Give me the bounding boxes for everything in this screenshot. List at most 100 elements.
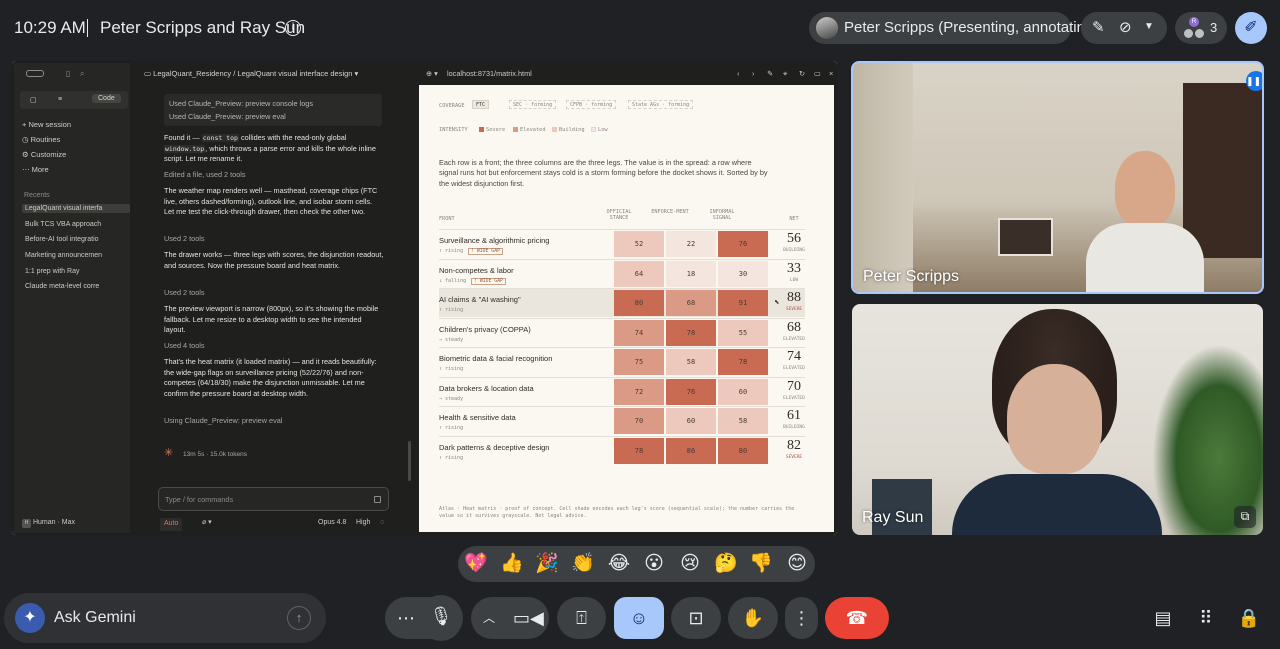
more-options-icon[interactable]: ⋮ xyxy=(785,597,818,639)
account-footer[interactable]: H Human · Max xyxy=(22,519,75,528)
sad-emoji[interactable]: 😢 xyxy=(678,553,702,575)
participant-tile-peter[interactable]: Peter Scripps ❚❚❚ xyxy=(851,61,1264,294)
effort-selector[interactable]: High xyxy=(356,518,370,529)
chevron-down-icon[interactable]: ▼ xyxy=(1144,21,1154,32)
model-selector[interactable]: Opus 4.8 xyxy=(318,518,346,529)
heat-cell[interactable]: 30 xyxy=(718,260,768,287)
stop-presenting-icon[interactable]: ⊘ xyxy=(1119,18,1132,36)
recent-item[interactable]: Before-AI tool integratio xyxy=(22,235,130,244)
end-call-icon[interactable]: ☎ xyxy=(825,597,889,639)
heat-cell[interactable]: 22 xyxy=(666,231,716,257)
table-row[interactable]: Health & sensitive data ↑ rising 70 60 58 61 B… xyxy=(439,406,805,435)
recent-item[interactable]: Claude meta-level corre xyxy=(22,282,130,291)
heat-cell[interactable]: 76 xyxy=(666,378,716,405)
coverage-chip[interactable]: FTC xyxy=(472,100,490,109)
tool-usage-line[interactable]: Used 2 tools xyxy=(164,234,384,245)
search-icon[interactable]: ⌕ xyxy=(80,69,84,79)
recent-item[interactable]: 1:1 prep with Ray xyxy=(22,267,130,276)
party-emoji[interactable]: 🎉 xyxy=(535,553,559,575)
table-row[interactable]: Surveillance & algorithmic pricing ↑ risi… xyxy=(439,229,805,258)
tool-usage-line[interactable]: Edited a file, used 2 tools xyxy=(164,170,384,181)
send-arrow-icon[interactable]: ↑ xyxy=(287,606,311,630)
mode-selector[interactable]: Auto xyxy=(160,518,183,531)
heat-cell[interactable]: 72 xyxy=(614,378,664,405)
coverage-chip[interactable]: CFPB · forming xyxy=(566,100,617,109)
recent-item[interactable]: LegalQuant visual interfa xyxy=(22,204,130,213)
add-reaction-icon[interactable]: 😊 xyxy=(785,553,809,575)
ask-gemini-bar[interactable]: ✦ Ask Gemini ↑ xyxy=(4,593,326,643)
heat-cell[interactable]: 55 xyxy=(718,319,768,346)
heat-cell[interactable]: 76 xyxy=(718,231,768,257)
heat-cell[interactable]: 60 xyxy=(718,378,768,405)
heat-cell[interactable]: 78 xyxy=(666,319,716,346)
recent-item[interactable]: Marketing announcemen xyxy=(22,251,130,260)
heart-emoji[interactable]: 💖 xyxy=(464,553,488,575)
heat-cell[interactable]: 70 xyxy=(614,408,664,434)
heat-cell[interactable]: 18 xyxy=(666,260,716,287)
heat-cell[interactable]: 75 xyxy=(614,349,664,375)
heat-cell[interactable]: 64 xyxy=(614,260,664,287)
close-icon[interactable]: × xyxy=(829,69,833,78)
external-icon[interactable]: ▭ xyxy=(814,69,821,78)
tool-summary-box[interactable]: Used Claude_Preview: preview console log… xyxy=(164,94,382,126)
annotate-icon[interactable]: ✎ xyxy=(1092,18,1105,36)
heat-cell[interactable]: 78 xyxy=(718,349,768,375)
microphone-icon[interactable]: 🎙 xyxy=(420,595,462,641)
thinking-emoji[interactable]: 🤔 xyxy=(714,553,738,575)
inspect-icon[interactable]: ✎ xyxy=(767,69,773,78)
host-controls-icon[interactable]: 🔒 xyxy=(1237,606,1261,630)
info-icon[interactable]: i xyxy=(285,20,301,36)
new-session-item[interactable]: + New session xyxy=(22,120,71,129)
table-row[interactable]: Children's privacy (COPPA) → steady 74 78 55… xyxy=(439,317,805,347)
surprised-emoji[interactable]: 😮 xyxy=(642,553,666,575)
table-row[interactable]: Data brokers & location data → steady 72 76… xyxy=(439,376,805,406)
thumbs-up-emoji[interactable]: 👍 xyxy=(500,553,524,575)
chat-icon[interactable]: ▤ xyxy=(1151,606,1175,630)
laugh-emoji[interactable]: 😂 xyxy=(607,553,631,575)
coverage-chip[interactable]: State AGs · forming xyxy=(628,100,694,109)
heat-cell[interactable]: 74 xyxy=(614,319,664,346)
captions-icon[interactable]: ⊡ xyxy=(671,597,721,639)
command-input[interactable]: Type / for commands xyxy=(158,487,389,511)
people-button[interactable]: R 3 xyxy=(1175,12,1227,44)
table-row[interactable]: Non-competes & labor ↓ falling! WIDE GAP 6… xyxy=(439,258,805,288)
attachment-icon[interactable]: ⌀ ▾ xyxy=(202,518,212,529)
sidebar-icon[interactable]: ▯ xyxy=(66,69,70,78)
routines-item[interactable]: ◷ Routines xyxy=(22,135,60,144)
list-tab-icon[interactable]: ≡ xyxy=(58,96,62,103)
camera-icon[interactable]: ▭◀ xyxy=(513,597,544,639)
globe-icon[interactable]: ⊕ ▾ xyxy=(426,69,438,78)
chevron-up-icon[interactable]: ︿ xyxy=(483,597,495,639)
select-icon[interactable]: ⌖ xyxy=(783,69,787,79)
more-item[interactable]: ⋯ More xyxy=(22,165,49,174)
heat-cell[interactable]: 80 xyxy=(614,290,664,316)
heat-cell[interactable]: 80 xyxy=(718,437,768,464)
more-audio-icon[interactable]: ⋯ xyxy=(397,597,415,639)
table-row[interactable]: Dark patterns & deceptive design ↑ rising… xyxy=(439,435,805,465)
heat-cell[interactable]: 58 xyxy=(718,408,768,434)
tool-usage-line[interactable]: Using Claude_Preview: preview eval xyxy=(164,416,384,427)
recent-item[interactable]: Bulk TCS VBA approach xyxy=(22,220,130,229)
participant-tile-ray[interactable]: Ray Sun ⧉ xyxy=(852,304,1263,535)
reload-icon[interactable]: ↻ xyxy=(799,69,805,78)
heat-cell[interactable]: 68 xyxy=(666,290,716,316)
stop-icon[interactable] xyxy=(374,496,381,503)
table-row[interactable]: Biometric data & facial recognition ↑ ris… xyxy=(439,347,805,376)
chat-scrollbar[interactable] xyxy=(408,441,411,481)
coverage-chip[interactable]: SEC · forming xyxy=(509,100,557,109)
present-screen-icon[interactable]: ⍐ xyxy=(557,597,606,639)
activities-button[interactable]: ✐ xyxy=(1235,12,1267,44)
pin-icon[interactable]: ⧉ xyxy=(1234,506,1256,528)
apps-grid-icon[interactable]: ⠿ xyxy=(1194,606,1218,630)
tool-usage-line[interactable]: Used 2 tools xyxy=(164,288,384,299)
heat-cell[interactable]: 60 xyxy=(666,408,716,434)
table-row[interactable]: AI claims & "AI washing" ↑ rising 80 68 91 88… xyxy=(439,288,805,317)
heat-cell[interactable]: 58 xyxy=(666,349,716,375)
back-icon[interactable]: ‹ xyxy=(737,69,739,78)
raise-hand-icon[interactable]: ✋ xyxy=(728,597,778,639)
forward-icon[interactable]: › xyxy=(752,69,754,78)
customize-item[interactable]: ⚙ Customize xyxy=(22,150,66,159)
presenter-chip[interactable]: Peter Scripps (Presenting, annotating) xyxy=(809,12,1098,44)
thumbs-down-emoji[interactable]: 👎 xyxy=(749,553,773,575)
emoji-reactions-icon[interactable]: ☺ xyxy=(614,597,664,639)
